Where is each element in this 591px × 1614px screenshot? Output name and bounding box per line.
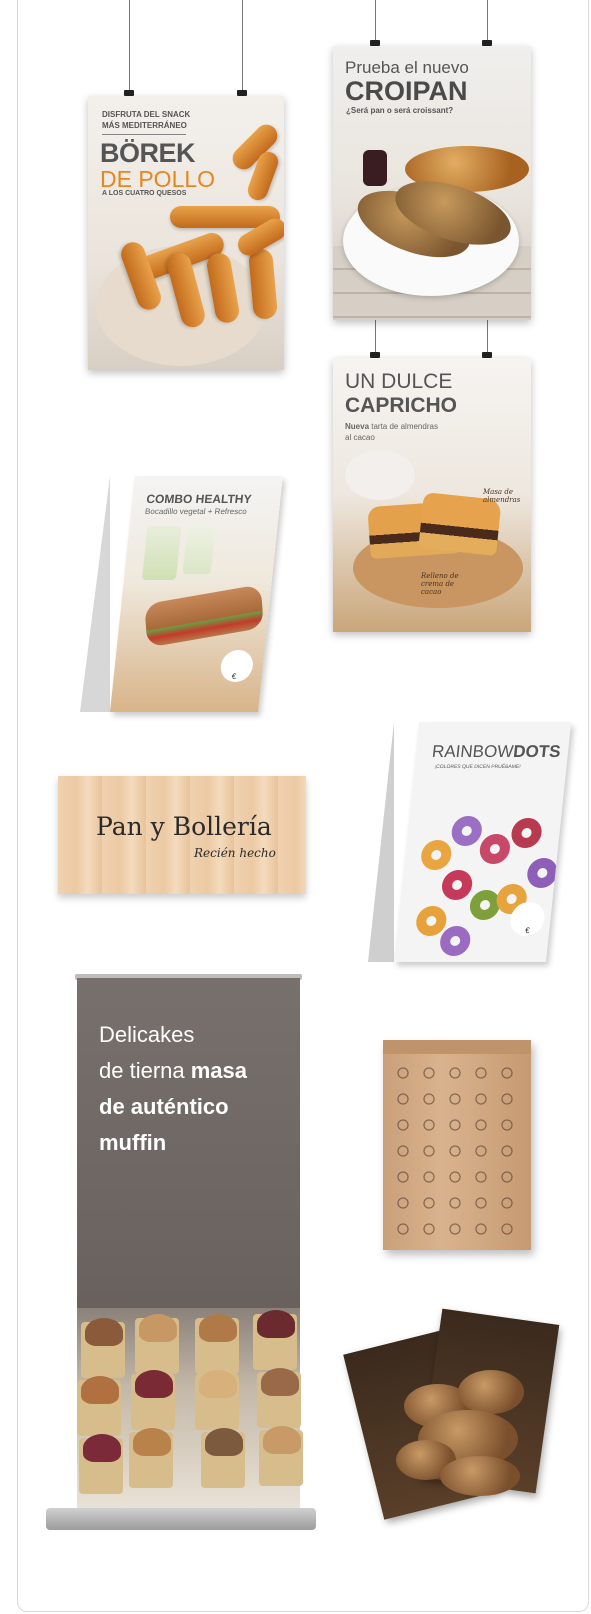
tent-front-panel: RAINBOWDOTS ¡COLORES QUE DICEN PRUÉBAME!… <box>394 722 572 962</box>
poster-borek: DISFRUTA DEL SNACK MÁS MEDITERRÁNEO BÖRE… <box>88 96 284 370</box>
muffin <box>133 1428 171 1456</box>
sign-pan-bolleria: Pan y Bollería Recién hecho <box>58 776 306 894</box>
bread-loaf <box>458 1370 524 1414</box>
donut <box>525 858 559 888</box>
banner-line-2: de tierna masa <box>99 1058 247 1084</box>
muffin <box>81 1376 119 1404</box>
capricho-subtitle-2: al cacao <box>345 433 375 442</box>
borek-divider <box>102 134 186 135</box>
capricho-note-2: Relleno de crema de cacao <box>421 572 459 596</box>
croipan-line-1: Prueba el nuevo <box>345 58 469 77</box>
muffin <box>199 1314 237 1342</box>
donut <box>478 834 512 864</box>
hanging-wire <box>375 320 376 352</box>
tent-back-panel <box>80 476 110 712</box>
capricho-subtitle-rest: tarta de almendras <box>369 422 438 431</box>
sandwich <box>144 584 264 648</box>
jam-jar <box>363 150 387 186</box>
rainbow-brand: RAINBOWDOTS <box>431 742 562 762</box>
banner-line-2-bold: masa <box>190 1058 248 1083</box>
borek-title-1: BÖREK <box>100 138 196 168</box>
rainbow-price-symbol: € <box>524 926 531 935</box>
drink-glass <box>141 526 182 580</box>
banner-line-3: de auténtico <box>99 1094 229 1119</box>
croipan-title: CROIPAN <box>345 76 468 106</box>
croipan-subtitle: ¿Será pan o será croissant? <box>346 106 454 115</box>
muffin <box>83 1434 121 1462</box>
borek-kicker-2: MÁS MEDITERRÁNEO <box>102 121 187 130</box>
capricho-note-1: Masa de almendras <box>483 488 521 504</box>
poster-capricho: UN DULCE CAPRICHO Nueva tarta de almendr… <box>333 358 531 632</box>
donut <box>450 816 484 846</box>
bag-pattern <box>390 1060 526 1244</box>
coffee-cup <box>345 450 415 500</box>
muffin <box>261 1368 299 1396</box>
drink-glass <box>182 524 216 574</box>
muffin <box>85 1318 123 1346</box>
banner-line-2-regular: de tierna <box>99 1058 191 1083</box>
bag-top-fold <box>383 1040 531 1054</box>
borek-kicker-1: DISFRUTA DEL SNACK <box>102 110 191 119</box>
hanging-wire <box>487 320 488 352</box>
combo-title: COMBO HEALTHY <box>145 492 253 506</box>
muffin <box>135 1370 173 1398</box>
banner-line-1: Delicakes <box>99 1022 195 1047</box>
borek-subtitle: A LOS CUATRO QUESOS <box>102 190 187 197</box>
rainbow-brand-2: DOTS <box>512 742 562 761</box>
donut <box>440 870 474 900</box>
bolleria-subtitle: Recién hecho <box>194 846 276 860</box>
donut <box>438 926 472 956</box>
hanging-wire <box>487 0 488 40</box>
capricho-title-2: CAPRICHO <box>345 394 458 417</box>
muffin <box>199 1370 237 1398</box>
bolleria-title: Pan y Bollería <box>96 812 272 841</box>
bread-loaf <box>440 1456 520 1496</box>
hanging-wire <box>129 0 130 90</box>
capricho-subtitle: Nueva tarta de almendras <box>345 422 438 431</box>
tent-front-panel: COMBO HEALTHY Bocadillo vegetal + Refres… <box>110 476 283 712</box>
tent-back-panel <box>368 722 394 962</box>
donut <box>419 840 453 870</box>
borek-title-2: DE POLLO <box>100 166 216 192</box>
rollup-banner: Delicakes de tierna masa de auténtico mu… <box>77 978 303 1508</box>
capricho-subtitle-bold: Nueva <box>345 422 370 431</box>
hanging-wire <box>375 0 376 40</box>
price-circle <box>219 650 255 682</box>
tent-card-combo: COMBO HEALTHY Bocadillo vegetal + Refres… <box>80 476 283 716</box>
tent-card-rainbow: RAINBOWDOTS ¡COLORES QUE DICEN PRUÉBAME!… <box>368 722 572 966</box>
borek-roll <box>247 248 279 320</box>
muffin <box>205 1428 243 1456</box>
rainbow-brand-1: RAINBOW <box>431 742 515 761</box>
combo-price-symbol: € <box>231 672 237 681</box>
hanging-wire <box>242 0 243 90</box>
capricho-title-1: UN DULCE <box>345 370 453 393</box>
banner-base <box>46 1508 316 1530</box>
combo-subtitle: Bocadillo vegetal + Refresco <box>144 507 248 516</box>
muffin <box>257 1310 295 1338</box>
banner-line-4: muffin <box>99 1130 167 1155</box>
donut <box>509 818 544 848</box>
rainbow-tagline: ¡COLORES QUE DICEN PRUÉBAME! <box>434 764 521 770</box>
muffin <box>263 1426 301 1454</box>
poster-croipan: Prueba el nuevo CROIPAN ¿Será pan o será… <box>333 46 531 320</box>
muffin <box>139 1314 177 1342</box>
